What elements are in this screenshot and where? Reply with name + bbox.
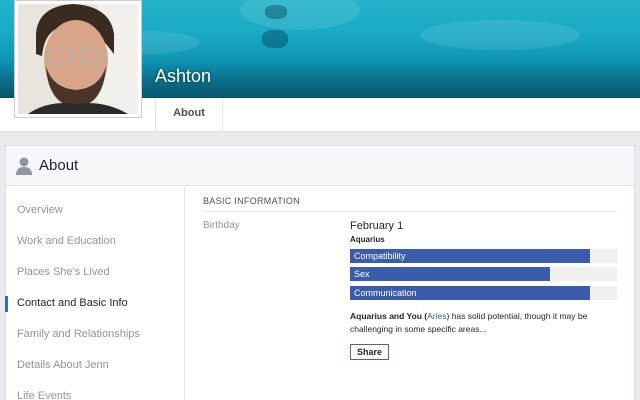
birthday-label: Birthday — [203, 220, 240, 231]
nav-item-family-relationships[interactable]: Family and Relationships — [6, 311, 184, 342]
about-nav: Overview Work and Education Places She's… — [5, 187, 185, 400]
nav-item-overview[interactable]: Overview — [6, 187, 184, 218]
compatibility-bar: Compatibility — [350, 249, 617, 263]
person-icon — [16, 157, 32, 175]
about-title: About — [39, 157, 79, 174]
about-card: About Overview Work and Education Places… — [5, 145, 635, 400]
sex-bar-fill: Sex — [350, 267, 551, 281]
about-card-header: About — [6, 146, 634, 186]
nav-item-life-events[interactable]: Life Events — [6, 373, 184, 400]
nav-item-details-about[interactable]: Details About Jenn — [6, 342, 184, 373]
communication-bar: Communication — [350, 286, 617, 300]
birthday-value: February 1 — [350, 220, 404, 232]
sign-link[interactable]: Aries — [427, 311, 446, 321]
compatibility-bar-fill: Compatibility — [350, 249, 591, 263]
about-content: BASIC INFORMATION Birthday February 1 Aq… — [203, 187, 617, 360]
sex-bar: Sex — [350, 267, 617, 281]
description-prefix: Aquarius and You ( — [350, 311, 428, 321]
tab-about[interactable]: About — [155, 98, 223, 132]
avatar-photo — [18, 4, 138, 114]
nav-item-work-education[interactable]: Work and Education — [6, 218, 184, 249]
nav-item-places-lived[interactable]: Places She's Lived — [6, 249, 184, 280]
cover-figure — [265, 5, 287, 19]
section-title: BASIC INFORMATION — [203, 187, 617, 212]
cover-ripple — [240, 0, 360, 30]
nav-item-contact-basic-info[interactable]: Contact and Basic Info — [5, 280, 184, 312]
zodiac-sign: Aquarius — [350, 235, 385, 244]
cover-figure — [262, 30, 288, 48]
cover-ripple — [420, 20, 580, 50]
share-button[interactable]: Share — [350, 344, 390, 360]
avatar[interactable] — [14, 0, 142, 118]
communication-bar-fill: Communication — [350, 286, 591, 300]
compatibility-description: Aquarius and You (Aries) has solid poten… — [350, 310, 612, 336]
profile-name[interactable]: Ashton — [155, 66, 211, 87]
